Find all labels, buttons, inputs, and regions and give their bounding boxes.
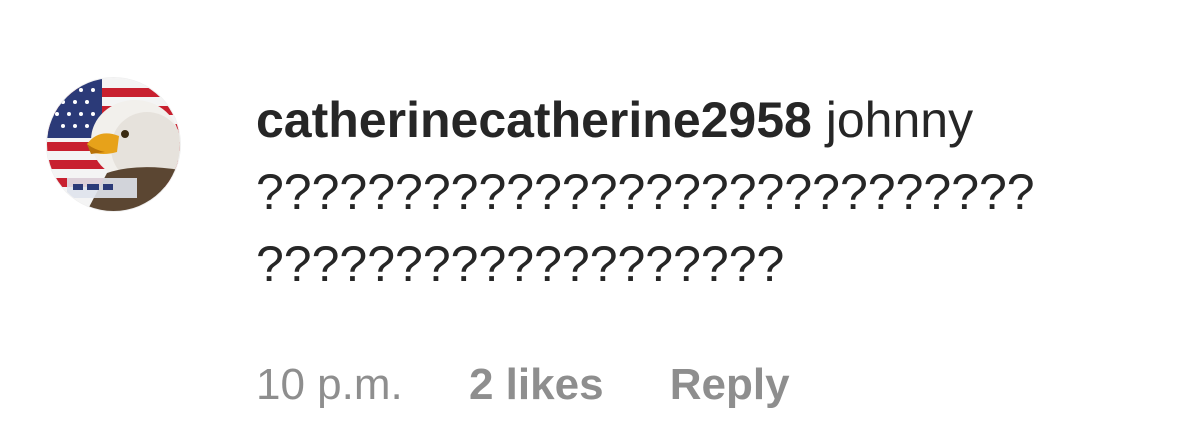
reply-button[interactable]: Reply xyxy=(670,360,790,409)
comment-likes-count[interactable]: 2 likes xyxy=(469,360,604,409)
comment-meta: 10 p.m. 2 likes Reply xyxy=(256,358,790,412)
comment-text-start: johnny xyxy=(825,92,974,148)
comment-line-2: ???????????????????????????? xyxy=(256,156,1156,228)
comment-timestamp[interactable]: 10 p.m. xyxy=(256,360,403,409)
comment-content: catherinecatherine2958 johnny ??????????… xyxy=(256,84,1156,300)
comment-username[interactable]: catherinecatherine2958 xyxy=(256,92,812,148)
avatar[interactable] xyxy=(47,78,180,211)
comment-line-3: ??????????????????? xyxy=(256,228,1156,300)
eagle-flag-avatar-icon xyxy=(47,78,180,211)
comment-text-line-2: ???????????????????????????? xyxy=(256,164,1035,220)
comment: catherinecatherine2958 johnny ??????????… xyxy=(0,0,1200,429)
comment-text-line-3: ??????????????????? xyxy=(256,236,785,292)
comment-line-1: catherinecatherine2958 johnny xyxy=(256,84,1156,156)
